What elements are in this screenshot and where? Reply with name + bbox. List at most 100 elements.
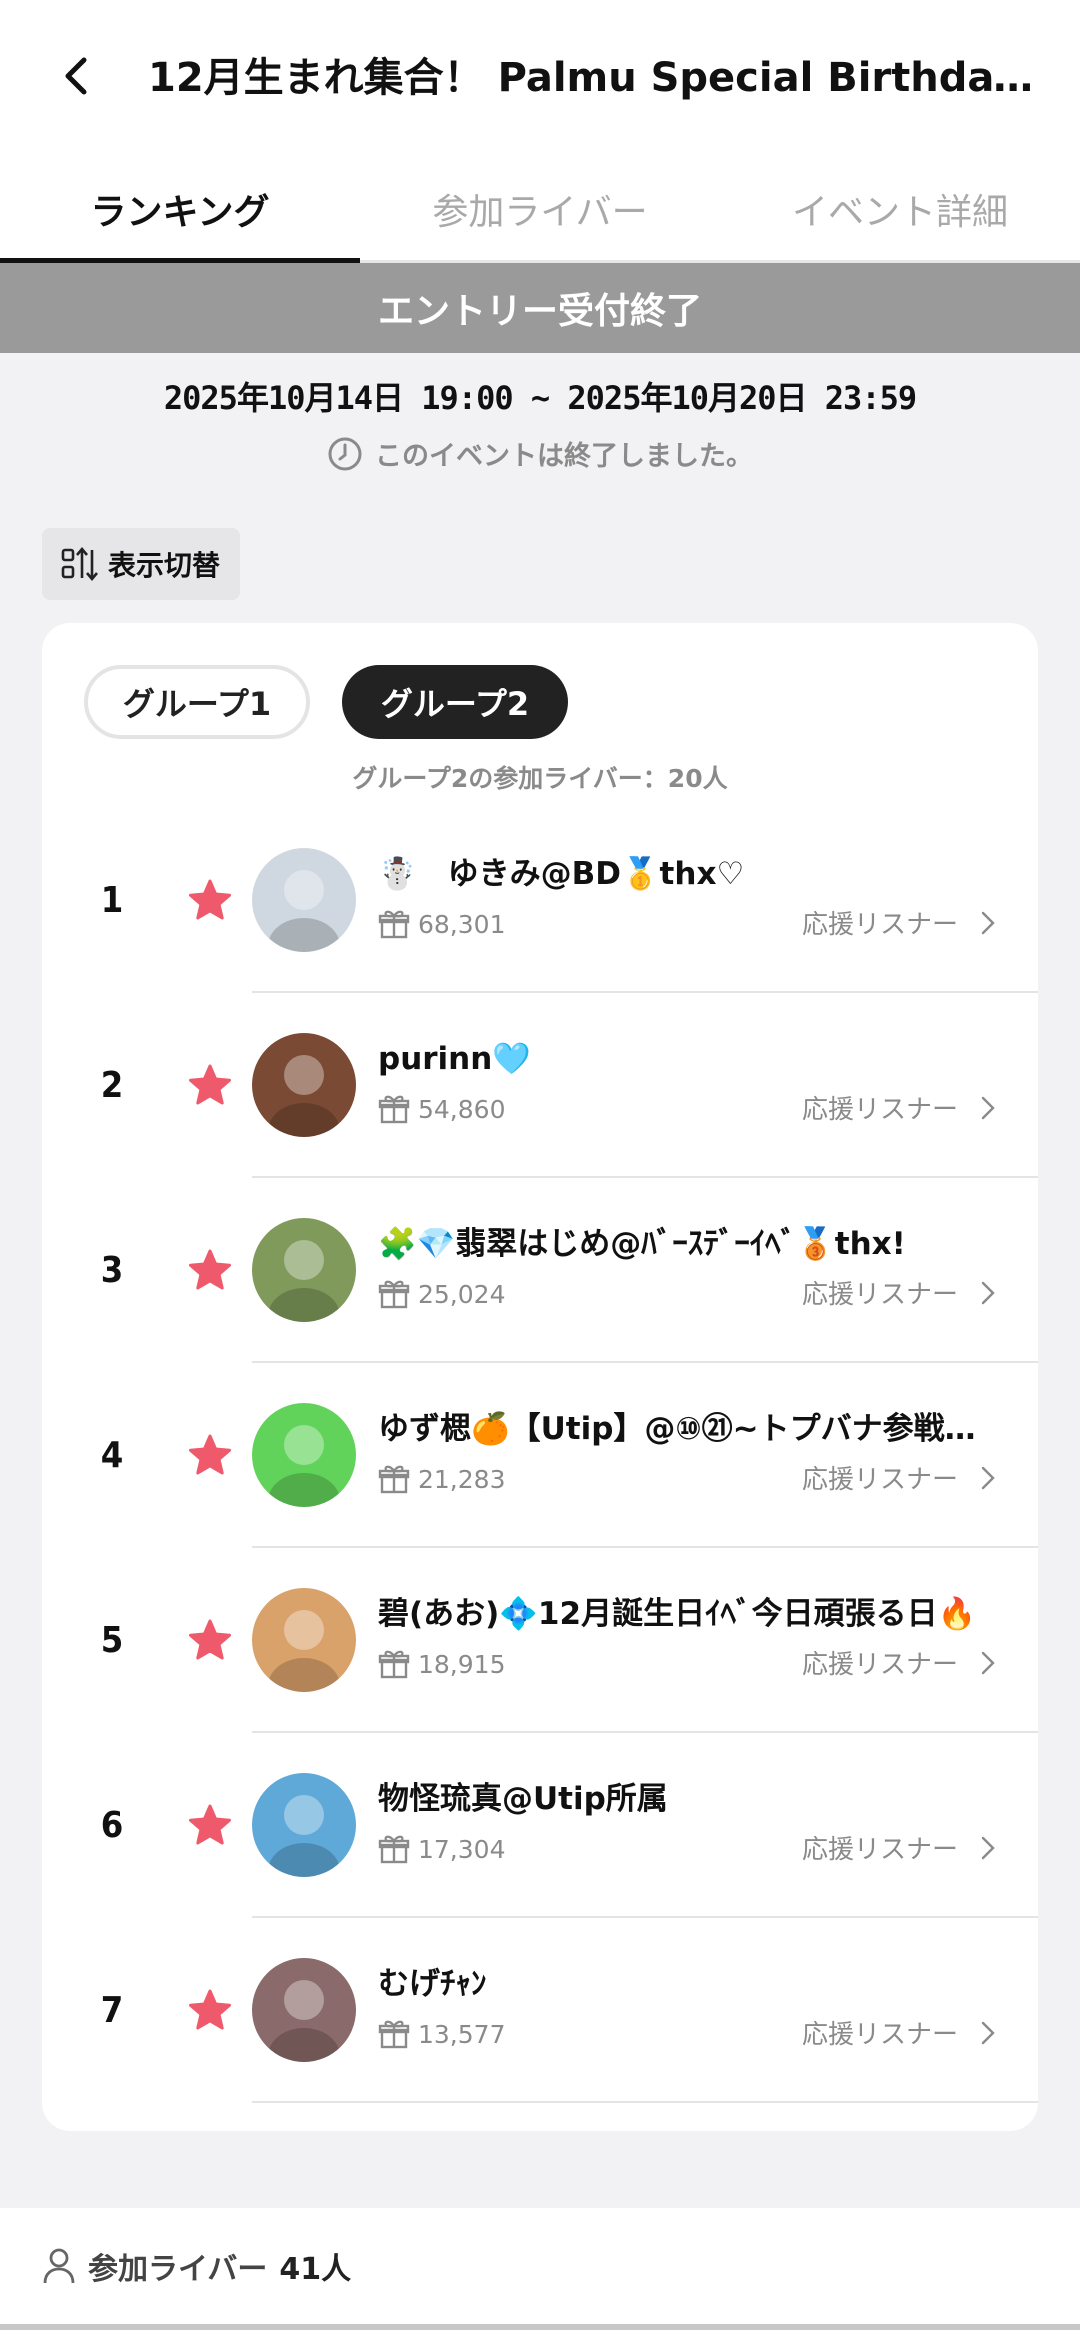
chevron-right-icon: [981, 911, 995, 934]
chevron-right-icon: [981, 1466, 995, 1489]
display-toggle-button[interactable]: 表示切替: [42, 528, 240, 600]
entry-closed-banner: エントリー受付終了: [0, 263, 1080, 353]
gift-score: 25,024: [378, 1278, 505, 1310]
supporters-link-label: 応援リスナー: [801, 1835, 958, 1865]
chevron-right-icon: [981, 1651, 995, 1674]
supporters-link[interactable]: 応援リスナー: [802, 1644, 996, 1681]
tab-event-details[interactable]: イベント詳細: [720, 158, 1080, 260]
ranking-row[interactable]: 5 碧(あお)💠12月誕生日ｲﾍﾞ今日頑張る日🔥 18,915 応援リスナー: [42, 1548, 1038, 1733]
gift-score: 21,283: [378, 1463, 505, 1495]
gift-score-value: 17,304: [418, 1834, 506, 1864]
rank-number: 1: [100, 880, 124, 921]
group1-button[interactable]: グループ1: [84, 665, 310, 739]
gift-icon: [378, 1835, 410, 1864]
liver-name: ゆず楒🍊【Utip】@⑩㉑~トプバナ参戦🔥…: [378, 1411, 998, 1447]
gift-icon: [378, 1095, 410, 1124]
event-period: 2025年10月14日 19:00 ~ 2025年10月20日 23:59: [163, 379, 917, 417]
chevron-right-icon: [981, 1281, 995, 1304]
chevron-right-icon: [981, 1096, 995, 1119]
participants-label: 参加ライバー: [88, 2252, 268, 2287]
ranking-card: グループ1 グループ2 グループ2の参加ライバー：20人 1 ☃️ ゆきみ@BD…: [42, 623, 1038, 2131]
back-button[interactable]: [48, 48, 104, 104]
supporters-link[interactable]: 応援リスナー: [802, 1089, 996, 1126]
ranking-list: 1 ☃️ ゆきみ@BD🥇thx♡ 68,301 応援リスナー 2 purinn🩵…: [42, 808, 1038, 2103]
ranking-row[interactable]: 1 ☃️ ゆきみ@BD🥇thx♡ 68,301 応援リスナー: [42, 808, 1038, 993]
gift-score-value: 68,301: [418, 909, 506, 939]
star-icon: [189, 1989, 231, 2030]
rank-number: 5: [100, 1620, 124, 1661]
star-icon: [189, 879, 231, 920]
participants-count: 41人: [279, 2252, 352, 2287]
gift-icon: [378, 1465, 410, 1494]
supporters-link-label: 応援リスナー: [801, 1095, 958, 1125]
gift-score: 68,301: [378, 908, 505, 940]
star-icon: [189, 1249, 231, 1290]
supporters-link[interactable]: 応援リスナー: [802, 1459, 996, 1496]
avatar[interactable]: [252, 1588, 356, 1692]
gift-score: 54,860: [378, 1093, 505, 1125]
group-selector: グループ1 グループ2: [84, 665, 568, 739]
liver-name: 🧩💎翡翠はじめ@ﾊﾞｰｽﾃﾞｰｲﾍﾞ🥉thx!: [378, 1226, 906, 1262]
star-icon: [189, 1804, 231, 1845]
liver-name: むげﾁｬﾝ: [378, 1966, 487, 2002]
ranking-row[interactable]: 2 purinn🩵 54,860 応援リスナー: [42, 993, 1038, 1178]
ranking-row[interactable]: 7 むげﾁｬﾝ 13,577 応援リスナー: [42, 1918, 1038, 2103]
gift-icon: [378, 1280, 410, 1309]
rank-number: 4: [100, 1435, 124, 1476]
group2-button[interactable]: グループ2: [342, 665, 568, 739]
gift-icon: [378, 2020, 410, 2049]
chevron-right-icon: [981, 2021, 995, 2044]
gift-score-value: 13,577: [418, 2019, 506, 2049]
supporters-link[interactable]: 応援リスナー: [802, 904, 996, 941]
avatar[interactable]: [252, 1403, 356, 1507]
gift-score: 17,304: [378, 1833, 505, 1865]
gift-score-value: 54,860: [418, 1094, 506, 1124]
participants-bar[interactable]: 参加ライバー 41人: [0, 2208, 1080, 2324]
ranking-row[interactable]: 3 🧩💎翡翠はじめ@ﾊﾞｰｽﾃﾞｰｲﾍﾞ🥉thx! 25,024 応援リスナー: [42, 1178, 1038, 1363]
ranking-row[interactable]: 6 物怪琉真@Utip所属 17,304 応援リスナー: [42, 1733, 1038, 1918]
chevron-left-icon: [65, 57, 87, 95]
tab-ranking[interactable]: ランキング: [0, 158, 360, 263]
gift-score-value: 25,024: [418, 1279, 506, 1309]
display-toggle-label: 表示切替: [108, 549, 221, 582]
gift-score: 18,915: [378, 1648, 505, 1680]
group-participant-count: グループ2の参加ライバー：20人: [352, 764, 728, 793]
gift-icon: [378, 910, 410, 939]
chevron-right-icon: [981, 1836, 995, 1859]
liver-name: 物怪琉真@Utip所属: [378, 1781, 668, 1817]
supporters-link-label: 応援リスナー: [801, 1280, 958, 1310]
event-ended-text: このイベントは終了しました。: [375, 441, 753, 472]
avatar[interactable]: [252, 1033, 356, 1137]
rank-number: 3: [100, 1250, 124, 1291]
supporters-link[interactable]: 応援リスナー: [802, 2014, 996, 2051]
rank-number: 7: [100, 1990, 124, 2031]
supporters-link-label: 応援リスナー: [801, 1465, 958, 1495]
avatar[interactable]: [252, 1218, 356, 1322]
row-divider: [252, 2101, 1038, 2103]
gift-score-value: 18,915: [418, 1649, 506, 1679]
liver-name: purinn🩵: [378, 1041, 531, 1077]
avatar[interactable]: [252, 1958, 356, 2062]
gift-score-value: 21,283: [418, 1464, 506, 1494]
supporters-link-label: 応援リスナー: [801, 910, 958, 940]
page-title: 12月生まれ集合！ Palmu Special Birthday(…: [148, 55, 1048, 101]
rank-number: 2: [100, 1065, 124, 1106]
supporters-link-label: 応援リスナー: [801, 2020, 958, 2050]
tab-bar: ランキング 参加ライバー イベント詳細: [0, 158, 1080, 263]
bottom-divider: [0, 2324, 1080, 2330]
tab-participants[interactable]: 参加ライバー: [360, 158, 720, 260]
gift-icon: [378, 1650, 410, 1679]
rank-number: 6: [100, 1805, 124, 1846]
sort-toggle-icon: [61, 546, 98, 582]
supporters-link[interactable]: 応援リスナー: [802, 1274, 996, 1311]
avatar[interactable]: [252, 848, 356, 952]
event-ended-status: このイベントは終了しました。: [0, 434, 1080, 473]
header: 12月生まれ集合！ Palmu Special Birthday(…: [0, 0, 1080, 158]
liver-name: 碧(あお)💠12月誕生日ｲﾍﾞ今日頑張る日🔥: [378, 1596, 977, 1632]
avatar[interactable]: [252, 1773, 356, 1877]
event-page: 12月生まれ集合！ Palmu Special Birthday(… ランキング…: [0, 0, 1080, 2330]
ranking-row[interactable]: 4 ゆず楒🍊【Utip】@⑩㉑~トプバナ参戦🔥… 21,283 応援リスナー: [42, 1363, 1038, 1548]
supporters-link[interactable]: 応援リスナー: [802, 1829, 996, 1866]
person-icon: [43, 2248, 75, 2284]
gift-score: 13,577: [378, 2018, 505, 2050]
